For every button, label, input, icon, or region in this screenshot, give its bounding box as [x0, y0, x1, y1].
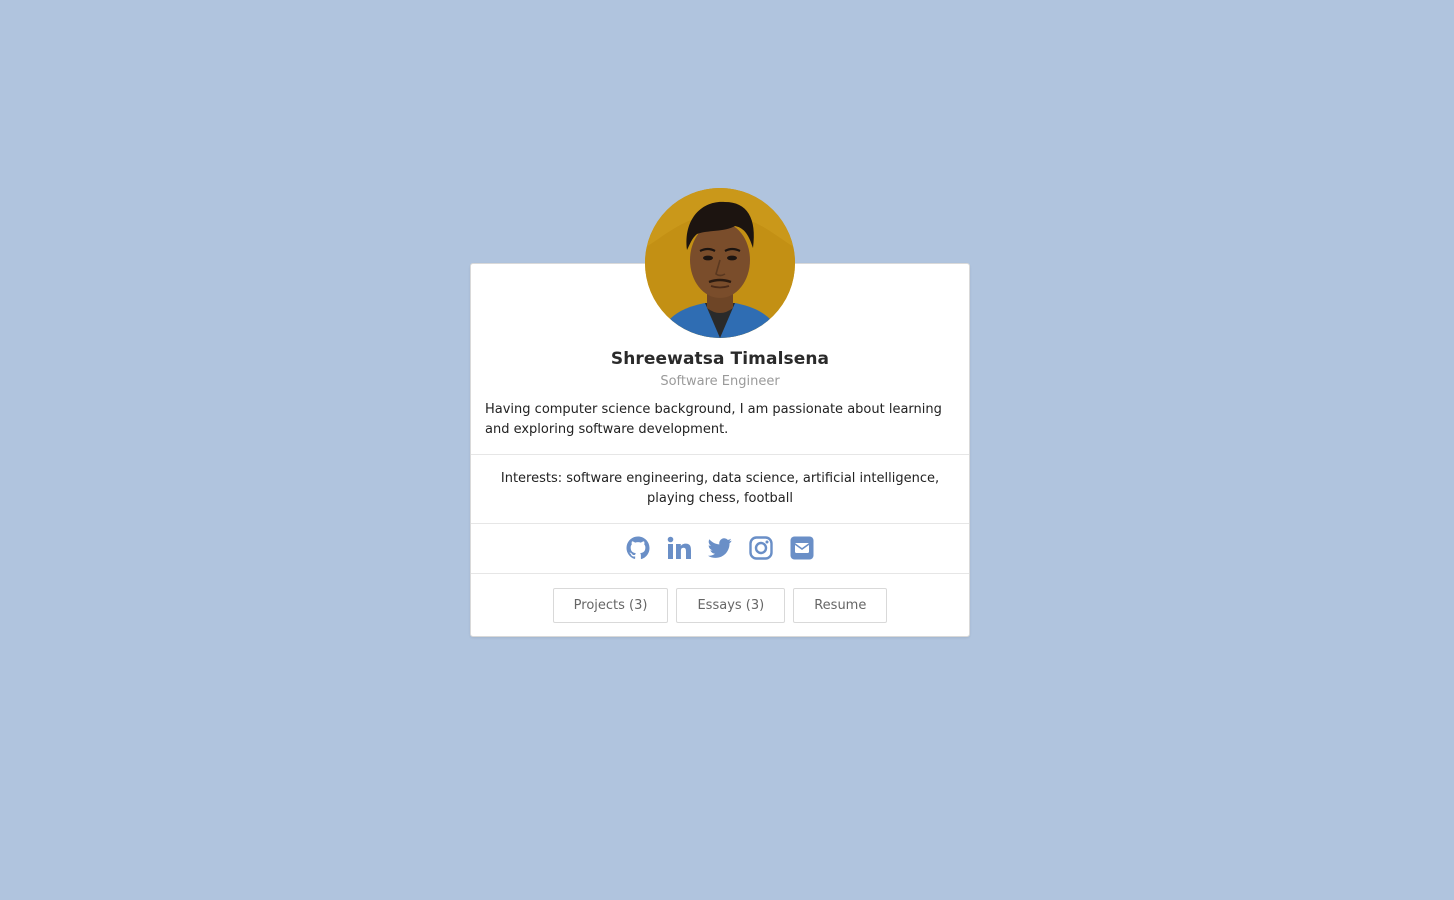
twitter-link[interactable] [707, 535, 733, 561]
divider [471, 454, 969, 455]
linkedin-link[interactable] [666, 535, 692, 561]
email-link[interactable] [789, 535, 815, 561]
email-icon [790, 536, 814, 560]
instagram-link[interactable] [748, 535, 774, 561]
profile-role: Software Engineer [660, 374, 780, 389]
linkedin-icon [667, 536, 691, 559]
divider [471, 573, 969, 574]
essays-button[interactable]: Essays (3) [676, 588, 786, 623]
projects-button[interactable]: Projects (3) [552, 588, 669, 623]
instagram-icon [749, 536, 773, 560]
profile-interests: Interests: software engineering, data sc… [500, 471, 940, 506]
social-links [471, 535, 969, 561]
profile-name: Shreewatsa Timalsena [610, 349, 830, 369]
twitter-icon [708, 538, 732, 558]
divider [471, 523, 969, 524]
github-icon [626, 536, 650, 560]
github-link[interactable] [625, 535, 651, 561]
profile-bio: Having computer science background, I am… [485, 402, 942, 437]
avatar [645, 188, 795, 338]
resume-button[interactable]: Resume [793, 588, 888, 623]
action-buttons: Projects (3) Essays (3) Resume [471, 588, 969, 623]
